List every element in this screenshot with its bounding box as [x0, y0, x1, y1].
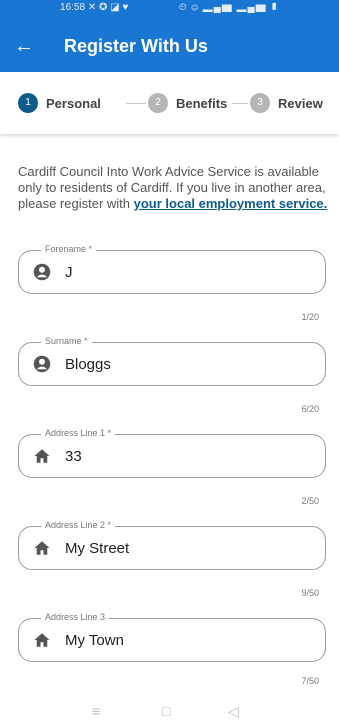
system-nav-bar: ≡ □ ◁: [0, 697, 339, 725]
account-circle-icon: [33, 355, 51, 373]
surname-field[interactable]: Surname *: [18, 336, 326, 386]
step-connector: [126, 103, 146, 104]
field-label: Forename *: [41, 244, 97, 254]
address-line-1-input[interactable]: [65, 444, 315, 468]
address-line-2-counter: 9/50: [301, 588, 319, 598]
surname-input[interactable]: [65, 352, 315, 376]
step-label: Personal: [46, 95, 101, 111]
address-line-1-field[interactable]: Address Line 1 *: [18, 428, 326, 478]
address-line-3-input[interactable]: [65, 628, 315, 652]
status-bar: 16:58 ✕ ✪ ◪ ♥ ⏲ ⊜ ▂▄▆ ▂▄▆ ▮: [0, 0, 339, 22]
step-connector: [232, 103, 248, 104]
notification-icons: ✕ ✪ ◪ ♥: [87, 2, 129, 13]
home-icon: [34, 449, 50, 463]
step-benefits[interactable]: 2 Benefits: [148, 92, 227, 114]
field-label: Address Line 3: [41, 612, 110, 622]
stepper: 1 Personal 2 Benefits 3 Review: [0, 72, 339, 134]
forename-input[interactable]: [65, 260, 315, 284]
forename-field[interactable]: Forename *: [18, 244, 326, 294]
step-personal[interactable]: 1 Personal: [18, 92, 101, 114]
step-number: 1: [18, 93, 38, 113]
address-line-3-field[interactable]: Address Line 3: [18, 612, 326, 662]
field-label: Surname *: [41, 336, 92, 346]
home-icon: [34, 541, 50, 555]
back-triangle-icon[interactable]: ◁: [228, 703, 239, 720]
field-label: Address Line 1 *: [41, 428, 116, 438]
system-icons: ⏲ ⊜ ▂▄▆ ▂▄▆ ▮: [178, 2, 279, 13]
status-time-text: 16:58: [60, 2, 86, 13]
step-label: Review: [278, 95, 323, 111]
address-line-3-counter: 7/50: [301, 676, 319, 686]
forename-counter: 1/20: [301, 312, 319, 322]
surname-counter: 6/20: [301, 404, 319, 414]
page-title: Register With Us: [64, 36, 208, 56]
address-line-2-input[interactable]: [65, 536, 315, 560]
intro-text: Cardiff Council Into Work Advice Service…: [18, 164, 328, 212]
local-employment-service-link[interactable]: your local employment service.: [134, 196, 328, 211]
step-label: Benefits: [176, 95, 228, 111]
step-number: 2: [148, 93, 168, 113]
address-line-2-field[interactable]: Address Line 2 *: [18, 520, 326, 570]
field-label: Address Line 2 *: [41, 520, 116, 530]
step-review[interactable]: 3 Review: [250, 92, 323, 114]
menu-icon[interactable]: ≡: [92, 703, 100, 719]
step-number: 3: [250, 93, 270, 113]
home-icon: [34, 633, 50, 647]
account-circle-icon: [33, 263, 51, 281]
arrow-left-icon[interactable]: ←: [14, 34, 36, 58]
address-line-1-counter: 2/50: [301, 496, 319, 506]
home-button-icon[interactable]: □: [162, 703, 170, 719]
status-time: 16:58 ✕ ✪ ◪ ♥: [60, 2, 128, 13]
app-bar: ← Register With Us: [0, 22, 339, 72]
